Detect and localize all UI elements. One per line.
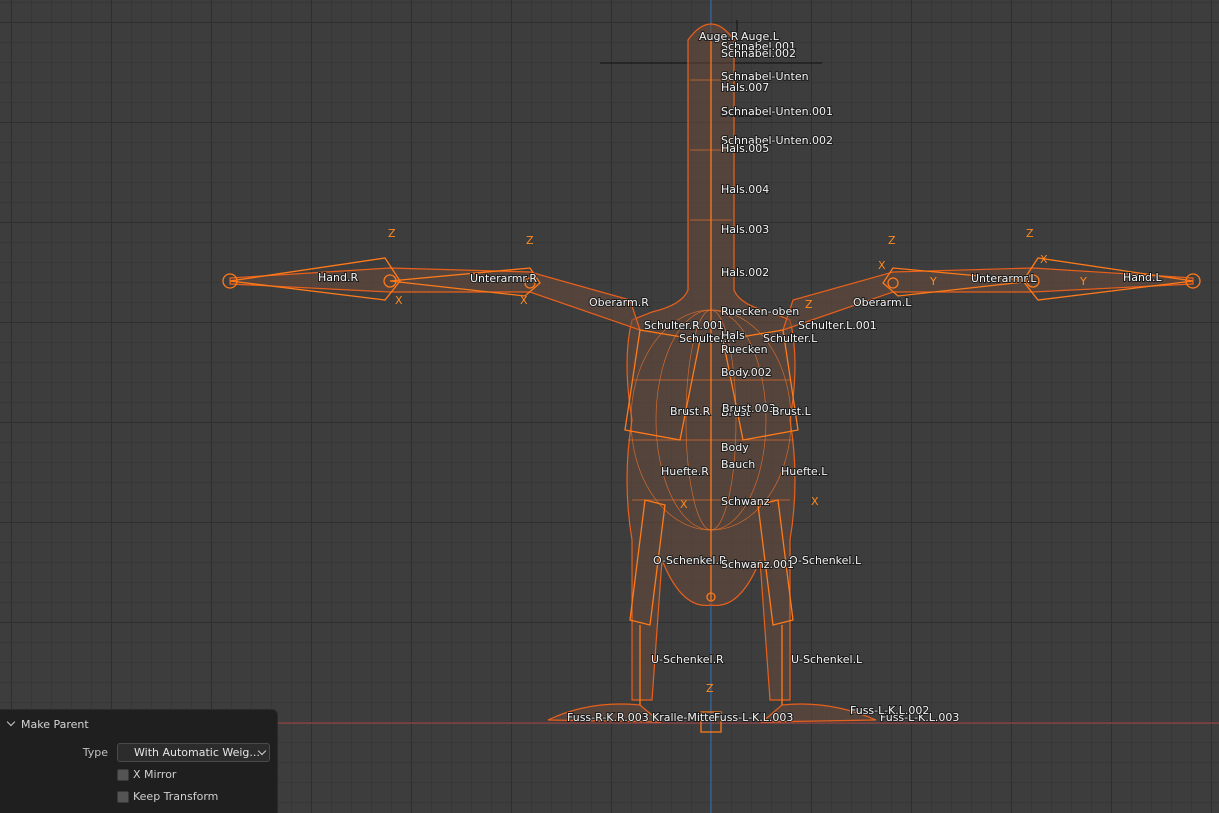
bone-label: Huefte.L (781, 465, 828, 478)
bone-label: Brust.R (670, 405, 711, 418)
keep-transform-checkbox[interactable] (117, 790, 129, 803)
bone-label: Unterarmr.L (971, 272, 1037, 285)
bone-label: Bauch (721, 458, 755, 471)
bone-label: Schwanz (721, 495, 770, 508)
type-select[interactable]: With Automatic Weig... (117, 742, 270, 762)
bone-label: Body.002 (721, 366, 772, 379)
svg-text:Z: Z (526, 234, 534, 247)
bone-label: Kralle-Mitte (652, 711, 715, 724)
bone-label: Schulter.R.001 (644, 319, 724, 332)
bone-label: Hals.007 (721, 81, 769, 94)
svg-text:X: X (680, 498, 688, 511)
x-mirror-label: X Mirror (133, 768, 177, 781)
bone-label: Hand.R (318, 271, 358, 284)
bone-label: U-Schenkel.L (791, 653, 863, 666)
make-parent-panel[interactable]: Make Parent Type With Automatic Weig... … (0, 709, 278, 813)
bone-label: Schnabel.002 (721, 47, 796, 60)
svg-text:Z: Z (888, 234, 896, 247)
svg-text:X: X (520, 294, 528, 307)
svg-text:X: X (878, 259, 886, 272)
panel-header[interactable]: Make Parent (6, 716, 89, 732)
svg-text:Z: Z (706, 682, 714, 695)
bone-label: Fuss-L-K.L.002 (850, 704, 929, 717)
svg-text:Z: Z (388, 227, 396, 240)
type-row: Type With Automatic Weig... (0, 742, 278, 762)
bone-label: Body (721, 441, 749, 454)
bone-label: Brust.003 (722, 402, 776, 415)
bone-label: Hals.002 (721, 266, 769, 279)
keep-transform-label: Keep Transform (133, 790, 219, 803)
panel-title: Make Parent (21, 717, 89, 731)
bone-label: Oberarm.L (853, 296, 912, 309)
bone-label: Fuss-L-K.L.003 (714, 711, 793, 724)
armature-scene[interactable]: Z X Z X Z X Z X Y Y X X Z Z Auge.R Auge.… (0, 0, 1219, 813)
svg-text:X: X (395, 294, 403, 307)
svg-text:Z: Z (805, 298, 813, 311)
x-mirror-checkbox[interactable] (117, 768, 129, 781)
svg-text:Y: Y (1079, 275, 1087, 288)
x-mirror-option[interactable]: X Mirror (117, 768, 176, 781)
type-value: With Automatic Weig... (134, 745, 260, 759)
svg-text:Z: Z (1026, 227, 1034, 240)
bone-label: Ruecken-oben (721, 305, 799, 318)
bone-label: Ruecken (721, 343, 768, 356)
bone-label: Hals (721, 329, 745, 342)
bone-label: Hals.004 (721, 183, 769, 196)
bone-label: Brust.L (772, 405, 812, 418)
svg-text:Y: Y (929, 275, 937, 288)
bone-label: Fuss-R-K.R.003 (567, 711, 649, 724)
3d-viewport[interactable]: Z X Z X Z X Z X Y Y X X Z Z Auge.R Auge.… (0, 0, 1219, 813)
keep-transform-option[interactable]: Keep Transform (117, 790, 218, 803)
svg-text:X: X (1040, 253, 1048, 266)
bone-label: O-Schenkel.R (653, 554, 727, 567)
bone-label: Hand.L (1123, 271, 1162, 284)
bone-label: Oberarm.R (589, 296, 649, 309)
bone-label: Schulter.L (763, 332, 818, 345)
svg-text:X: X (811, 495, 819, 508)
bone-label: Schwanz.001 (721, 558, 794, 571)
bone-label: Huefte.R (661, 465, 709, 478)
bone-labels: Auge.R Auge.L Schnabel.001 Schnabel.002 … (317, 29, 1163, 725)
bone-label: Schulter.L.001 (798, 319, 877, 332)
bone-label: U-Schenkel.R (651, 653, 724, 666)
bone-label: Hals.003 (721, 223, 769, 236)
bone-label: Hals.005 (721, 142, 769, 155)
type-label: Type (82, 745, 108, 759)
bone-label: Schnabel-Unten.001 (721, 105, 833, 118)
bone-label: O-Schenkel.L (789, 554, 862, 567)
bone-label: Unterarmr.R (470, 272, 537, 285)
chevron-down-icon[interactable] (6, 719, 16, 729)
